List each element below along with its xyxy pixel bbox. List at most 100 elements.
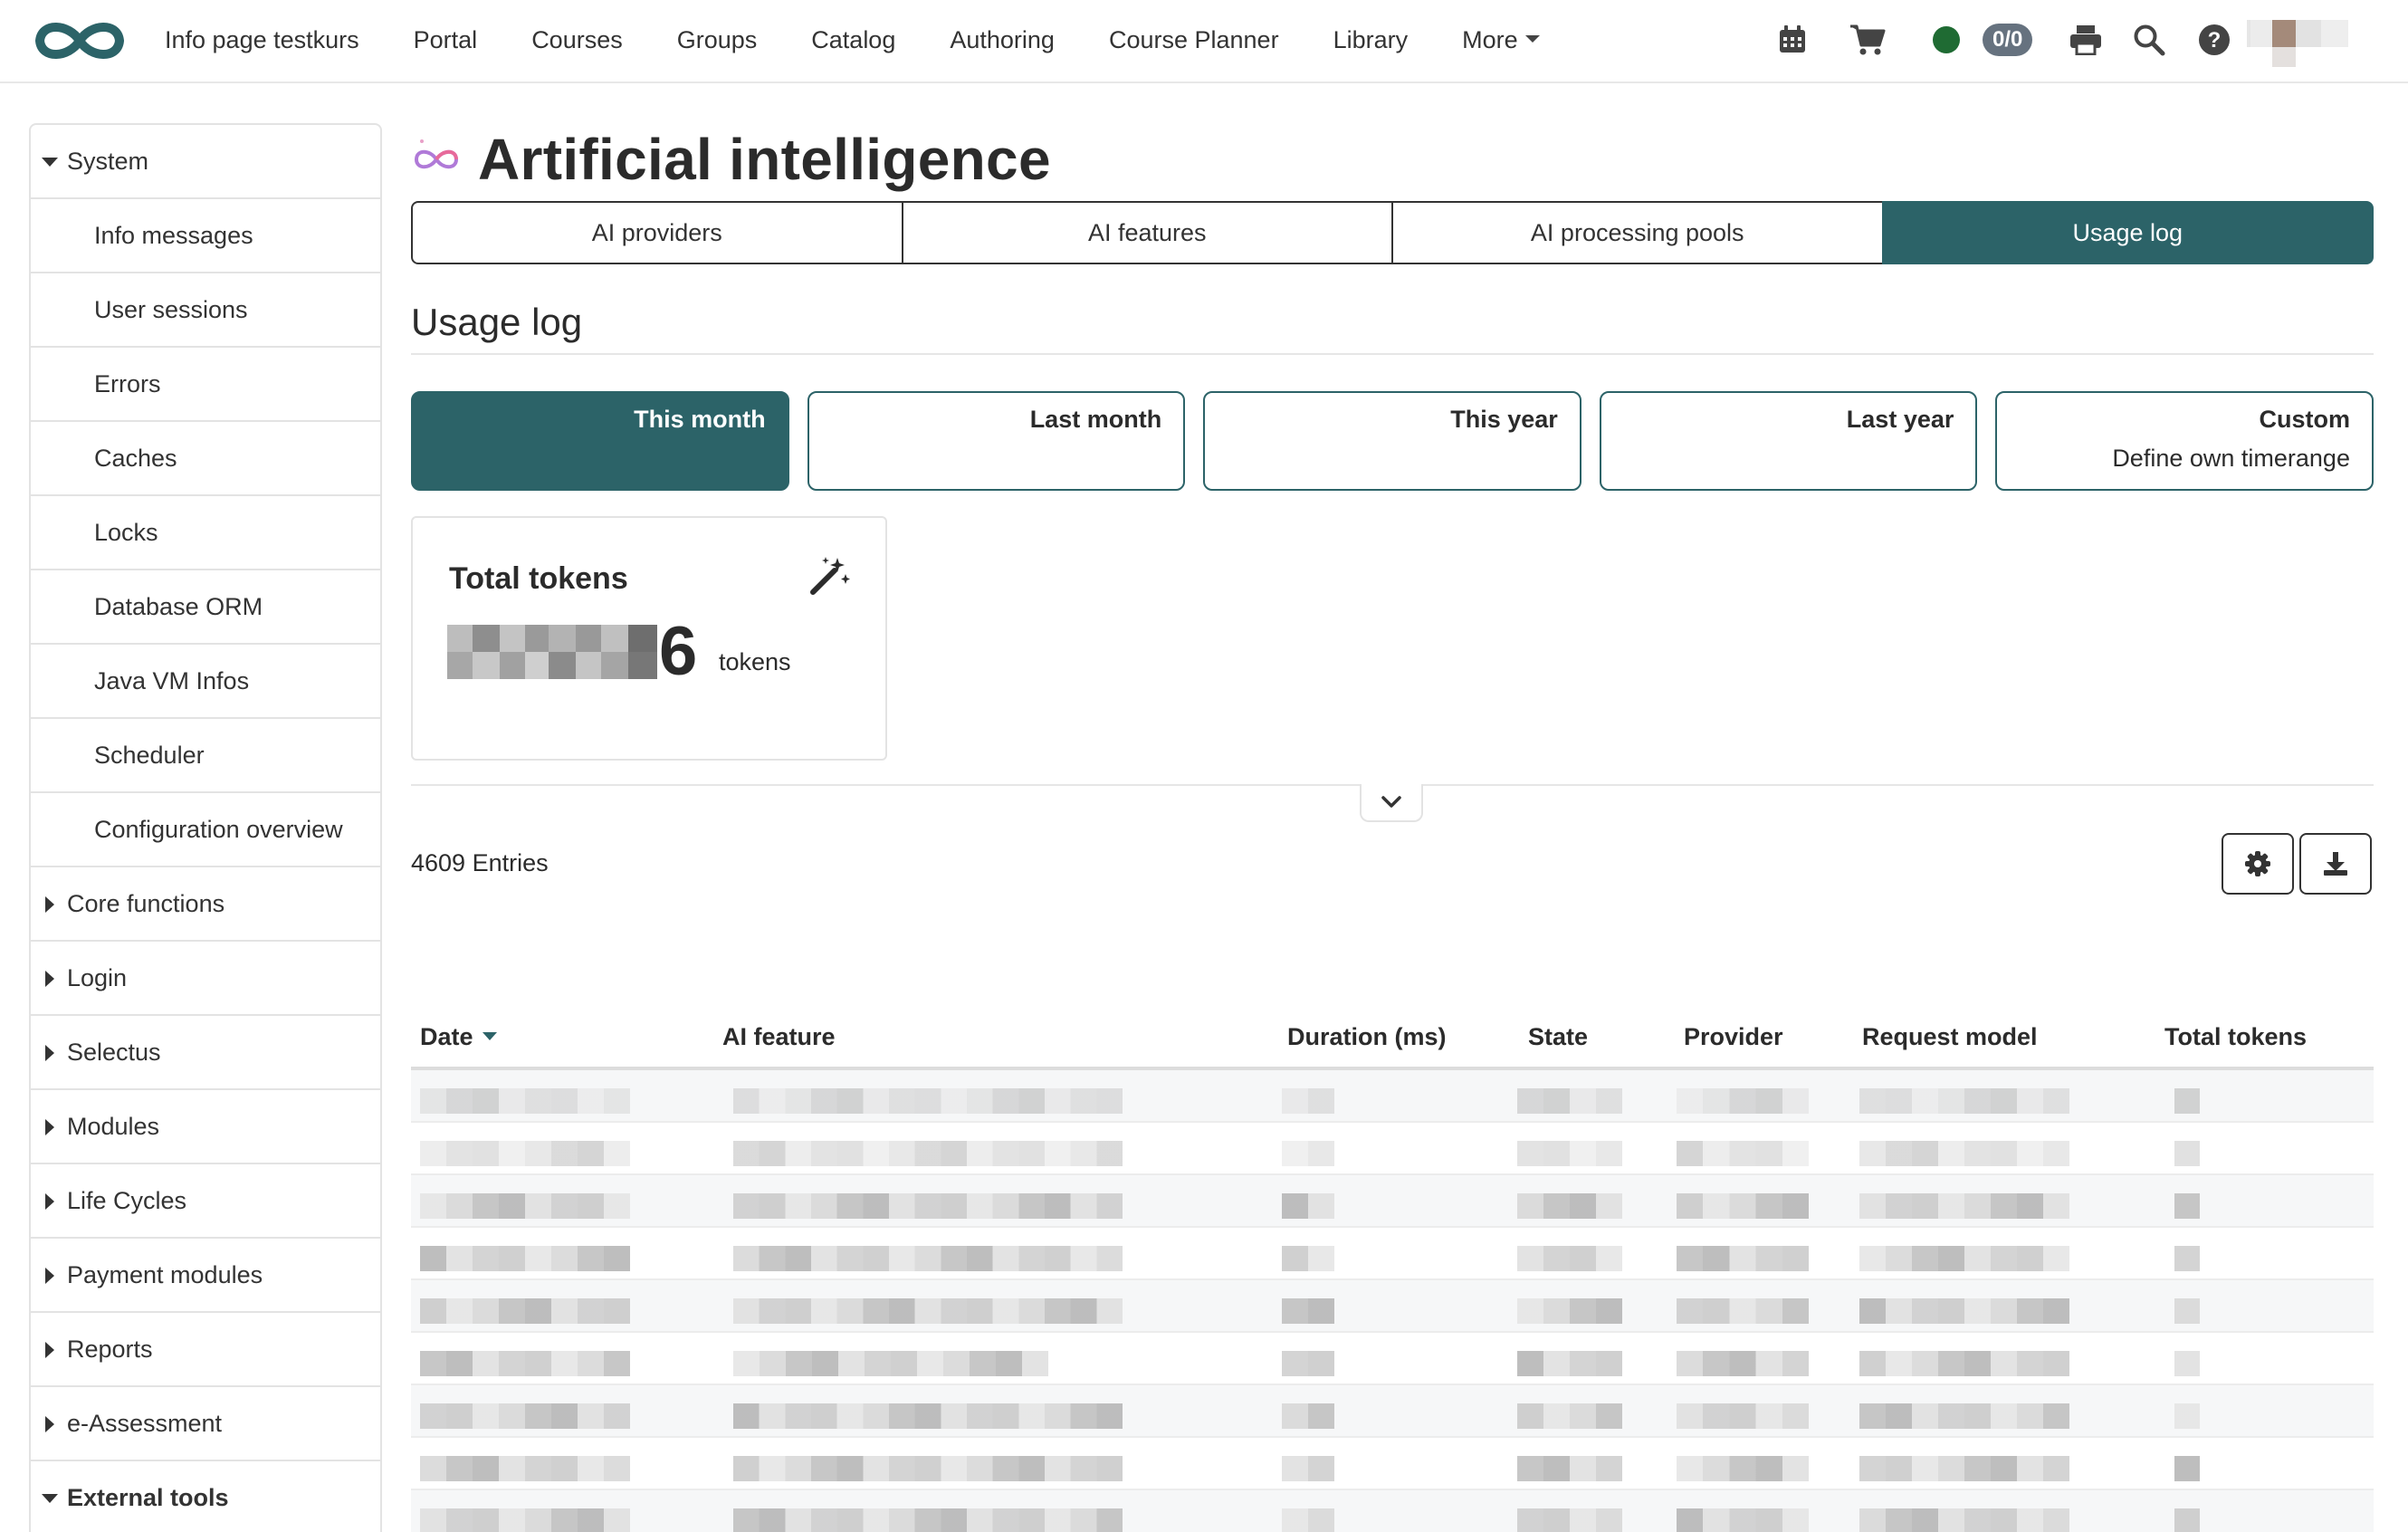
sort-desc-icon bbox=[482, 1032, 497, 1041]
caret-right-icon bbox=[45, 1416, 54, 1432]
redacted-cell bbox=[420, 1141, 630, 1166]
redacted-cell bbox=[420, 1508, 630, 1532]
table-row[interactable] bbox=[411, 1438, 2374, 1490]
logo-icon[interactable] bbox=[31, 13, 129, 69]
column-request-model[interactable]: Request model bbox=[1862, 1023, 2038, 1051]
table-row[interactable] bbox=[411, 1490, 2374, 1532]
sidebar-item-caches[interactable]: Caches bbox=[31, 422, 380, 496]
table-row[interactable] bbox=[411, 1333, 2374, 1385]
redacted-value bbox=[447, 625, 657, 679]
table-header: Date AI feature Duration (ms) State Prov… bbox=[411, 998, 2374, 1070]
redacted-cell bbox=[1677, 1088, 1809, 1114]
range-this-month-button[interactable]: This month bbox=[411, 391, 789, 491]
sidebar-item-selectus[interactable]: Selectus bbox=[31, 1016, 380, 1090]
svg-text:?: ? bbox=[2208, 28, 2222, 53]
redacted-cell bbox=[1859, 1456, 2069, 1481]
range-label: This month bbox=[634, 406, 766, 433]
nav-more[interactable]: More bbox=[1435, 26, 1567, 54]
sidebar-item-core-functions[interactable]: Core functions bbox=[31, 867, 380, 942]
sidebar-item-system[interactable]: System bbox=[31, 125, 380, 199]
redacted-cell bbox=[1677, 1403, 1809, 1429]
nav-authoring[interactable]: Authoring bbox=[922, 26, 1082, 54]
nav-course-planner[interactable]: Course Planner bbox=[1082, 26, 1306, 54]
nav-catalog[interactable]: Catalog bbox=[784, 26, 922, 54]
help-icon[interactable]: ? bbox=[2196, 20, 2232, 60]
redacted-cell bbox=[1282, 1141, 1334, 1166]
redacted-cell bbox=[1859, 1298, 2069, 1324]
caret-right-icon bbox=[45, 1193, 54, 1210]
nav-portal[interactable]: Portal bbox=[387, 26, 505, 54]
redacted-cell bbox=[1677, 1508, 1809, 1532]
redacted-cell bbox=[420, 1298, 630, 1324]
nav-courses[interactable]: Courses bbox=[504, 26, 650, 54]
sidebar-item-label: System bbox=[67, 147, 149, 175]
sidebar-item-java-vm-infos[interactable]: Java VM Infos bbox=[31, 645, 380, 719]
table-row[interactable] bbox=[411, 1385, 2374, 1438]
sidebar-item-scheduler[interactable]: Scheduler bbox=[31, 719, 380, 793]
table-row[interactable] bbox=[411, 1070, 2374, 1123]
chevron-down-icon bbox=[1524, 35, 1540, 43]
table-row[interactable] bbox=[411, 1123, 2374, 1175]
print-icon[interactable] bbox=[2068, 20, 2104, 60]
sidebar-item-database-orm[interactable]: Database ORM bbox=[31, 570, 380, 645]
column-state[interactable]: State bbox=[1528, 1023, 1588, 1051]
sidebar-item-external-tools[interactable]: External tools bbox=[31, 1461, 380, 1532]
sidebar-item-errors[interactable]: Errors bbox=[31, 348, 380, 422]
redacted-cell bbox=[1282, 1246, 1334, 1271]
caret-right-icon bbox=[45, 1045, 54, 1061]
redacted-cell bbox=[1517, 1088, 1622, 1114]
table-row[interactable] bbox=[411, 1175, 2374, 1228]
redacted-cell bbox=[1282, 1351, 1334, 1376]
sidebar-item-modules[interactable]: Modules bbox=[31, 1090, 380, 1164]
avatar[interactable] bbox=[2245, 14, 2354, 69]
table-row[interactable] bbox=[411, 1280, 2374, 1333]
redacted-cell bbox=[1282, 1403, 1334, 1429]
column-ai-feature[interactable]: AI feature bbox=[722, 1023, 836, 1051]
expand-toggle[interactable] bbox=[1360, 784, 1423, 822]
tab-usage-log[interactable]: Usage log bbox=[1881, 201, 2374, 264]
redacted-cell bbox=[733, 1403, 1123, 1429]
tab-ai-providers[interactable]: AI providers bbox=[411, 201, 903, 264]
counter-badge[interactable]: 0/0 bbox=[1983, 24, 2033, 56]
column-duration[interactable]: Duration (ms) bbox=[1287, 1023, 1447, 1051]
nav-info-page[interactable]: Info page testkurs bbox=[145, 26, 387, 54]
tab-ai-features[interactable]: AI features bbox=[901, 201, 1393, 264]
sidebar-item-payment-modules[interactable]: Payment modules bbox=[31, 1239, 380, 1313]
sidebar-item-login[interactable]: Login bbox=[31, 942, 380, 1016]
column-total-tokens[interactable]: Total tokens bbox=[2164, 1023, 2307, 1051]
range-last-year-button[interactable]: Last year bbox=[1599, 391, 1978, 491]
online-status-icon[interactable] bbox=[1933, 26, 1960, 53]
redacted-cell bbox=[1282, 1088, 1334, 1114]
kpi-value: 6 bbox=[659, 613, 698, 690]
download-button[interactable] bbox=[2299, 833, 2372, 895]
redacted-cell bbox=[1677, 1351, 1809, 1376]
sidebar-item-e-assessment[interactable]: e-Assessment bbox=[31, 1387, 380, 1461]
redacted-cell bbox=[1677, 1141, 1809, 1166]
range-custom-button[interactable]: Custom Define own timerange bbox=[1995, 391, 2374, 491]
sidebar-item-reports[interactable]: Reports bbox=[31, 1313, 380, 1387]
redacted-cell bbox=[1282, 1193, 1334, 1219]
column-date[interactable]: Date bbox=[420, 1023, 497, 1051]
table-row[interactable] bbox=[411, 1228, 2374, 1280]
column-provider[interactable]: Provider bbox=[1684, 1023, 1783, 1051]
redacted-cell bbox=[733, 1298, 1123, 1324]
caret-right-icon bbox=[45, 1342, 54, 1358]
range-this-year-button[interactable]: This year bbox=[1203, 391, 1581, 491]
sidebar-item-user-sessions[interactable]: User sessions bbox=[31, 273, 380, 348]
sidebar-item-life-cycles[interactable]: Life Cycles bbox=[31, 1164, 380, 1239]
search-icon[interactable] bbox=[2131, 20, 2167, 60]
tab-ai-processing-pools[interactable]: AI processing pools bbox=[1391, 201, 1884, 264]
sidebar-item-configuration-overview[interactable]: Configuration overview bbox=[31, 793, 380, 867]
caret-right-icon bbox=[45, 1119, 54, 1135]
table-settings-button[interactable] bbox=[2222, 833, 2294, 895]
sidebar-item-info-messages[interactable]: Info messages bbox=[31, 199, 380, 273]
sidebar-item-label: Payment modules bbox=[67, 1260, 263, 1288]
nav-library[interactable]: Library bbox=[1306, 26, 1436, 54]
calendar-icon[interactable] bbox=[1776, 20, 1809, 60]
nav-groups[interactable]: Groups bbox=[650, 26, 785, 54]
cart-icon[interactable] bbox=[1849, 20, 1887, 60]
redacted-cell bbox=[2174, 1141, 2200, 1166]
redacted-cell bbox=[733, 1193, 1123, 1219]
sidebar-item-locks[interactable]: Locks bbox=[31, 496, 380, 570]
range-last-month-button[interactable]: Last month bbox=[807, 391, 1186, 491]
